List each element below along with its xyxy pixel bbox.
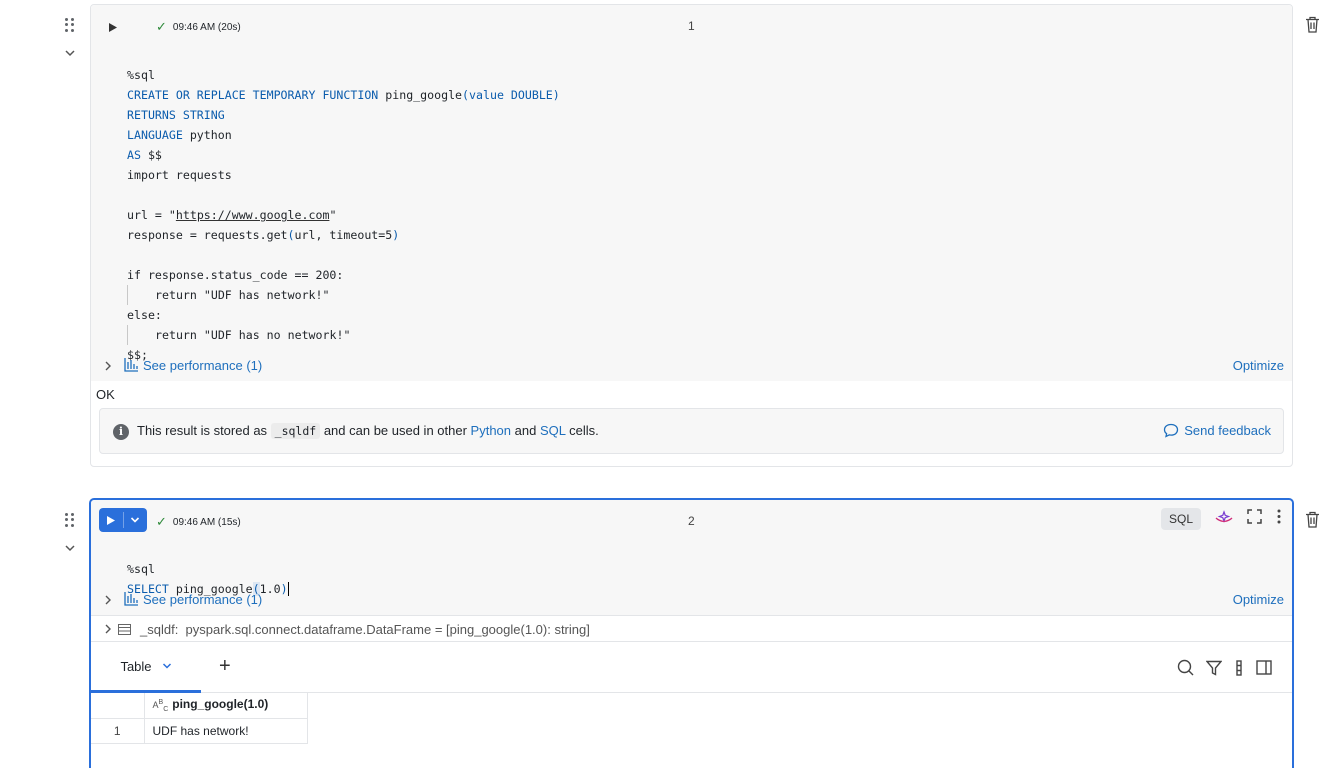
bar-chart-icon	[124, 592, 139, 609]
cell2-status-time: 09:46 AM (15s)	[172, 516, 241, 528]
row-number-header	[91, 693, 145, 719]
code-line: response = requests.get(url, timeout=5)	[127, 228, 400, 242]
expand-icon[interactable]	[1247, 509, 1262, 529]
cell1-drag-handle-icon[interactable]	[65, 18, 75, 32]
cell2-run-status: ✓ 09:46 AM (15s)	[156, 514, 241, 530]
filter-icon[interactable]	[1205, 660, 1223, 681]
code-line: %sql	[127, 562, 155, 576]
cell2-performance-row: See performance (1) Optimize	[91, 585, 1292, 615]
optimize-link[interactable]: Optimize	[1233, 592, 1284, 607]
sqldf-info-banner: i This result is stored as _sqldf and ca…	[99, 408, 1284, 454]
code-line: %sql	[127, 68, 155, 82]
cell2-toolbar: SQL	[1160, 508, 1282, 530]
row-number: 1	[91, 717, 145, 744]
code-line: CREATE OR REPLACE TEMPORARY FUNCTION pin…	[127, 88, 560, 102]
tab-table[interactable]: Table	[91, 642, 201, 693]
code-line: LANGUAGE python	[127, 128, 232, 142]
cell2-drag-handle-icon[interactable]	[65, 513, 75, 527]
cell1-number: 1	[688, 19, 695, 33]
code-line: url = "https://www.google.com"	[127, 208, 337, 222]
see-performance-link[interactable]: See performance (1)	[143, 358, 262, 373]
cell1-run-status: ✓ 09:46 AM (20s)	[156, 19, 241, 35]
tab-table-label: Table	[120, 658, 152, 674]
code-line: return "UDF has network!"	[127, 285, 1292, 305]
assistant-icon[interactable]	[1215, 509, 1233, 530]
code-line: return "UDF has no network!"	[127, 325, 1292, 345]
plus-icon[interactable]: +	[219, 656, 231, 676]
column-settings-icon[interactable]	[1234, 659, 1244, 681]
python-link[interactable]: Python	[471, 423, 511, 438]
cell1-status-time: 09:46 AM (20s)	[172, 21, 241, 33]
bar-chart-icon	[124, 358, 139, 375]
check-icon: ✓	[156, 514, 167, 529]
sqldf-var: _sqldf	[270, 423, 321, 439]
play-icon[interactable]	[99, 508, 123, 532]
cell1-editor[interactable]: ✓ 09:46 AM (20s) 1 %sql CREATE OR REPLACE…	[91, 5, 1292, 381]
cell2-editor[interactable]: ✓ 09:46 AM (15s) 2 SQL %sql SELECT ping_g…	[91, 500, 1292, 615]
check-icon: ✓	[156, 19, 167, 34]
code-line: import requests	[127, 168, 232, 182]
table-header-row: ABC ping_google(1.0)	[91, 693, 308, 719]
cell1-header: ✓ 09:46 AM (20s) 1	[91, 5, 1292, 45]
cell2-number: 2	[688, 514, 695, 528]
cell2-collapse-chevron-down-icon[interactable]	[64, 541, 76, 559]
dataframe-schema-row[interactable]: _sqldf: pyspark.sql.connect.dataframe.Da…	[91, 615, 1292, 641]
chat-bubble-icon	[1164, 423, 1179, 438]
cell1-performance-row: See performance (1) Optimize	[91, 351, 1292, 381]
code-line: if response.status_code == 200:	[127, 268, 344, 282]
optimize-link[interactable]: Optimize	[1233, 358, 1284, 373]
column-header[interactable]: ABC ping_google(1.0)	[143, 693, 308, 719]
notebook-cell-1[interactable]: ✓ 09:46 AM (20s) 1 %sql CREATE OR REPLACE…	[90, 4, 1293, 467]
code-line: AS $$	[127, 148, 162, 162]
cell1-collapse-chevron-down-icon[interactable]	[64, 46, 76, 64]
sql-link[interactable]: SQL	[540, 423, 566, 438]
chevron-right-icon[interactable]	[104, 593, 112, 608]
send-feedback-label: Send feedback	[1184, 423, 1271, 438]
sqldf-info-text: This result is stored as _sqldf and can …	[137, 423, 599, 439]
run-cell-button[interactable]	[99, 508, 147, 532]
run-options-chevron-down-icon[interactable]	[124, 508, 148, 532]
chevron-right-icon[interactable]	[104, 359, 112, 374]
column-header-label: ping_google(1.0)	[172, 697, 269, 712]
result-table: ABC ping_google(1.0) 1 UDF has network!	[91, 693, 308, 744]
see-performance-link[interactable]: See performance (1)	[143, 592, 262, 607]
code-line: RETURNS STRING	[127, 108, 225, 122]
info-icon: i	[113, 424, 129, 440]
sidebar-panel-icon[interactable]	[1256, 660, 1272, 680]
table-row: 1 UDF has network!	[91, 717, 308, 744]
table-cell[interactable]: UDF has network!	[143, 717, 308, 744]
dataframe-schema-text: _sqldf: pyspark.sql.connect.dataframe.Da…	[140, 622, 590, 637]
string-type-icon: ABC	[152, 699, 169, 714]
result-tabs-bar: Table +	[91, 641, 1292, 693]
table-tools	[1177, 659, 1272, 681]
cell1-trash-icon[interactable]	[1305, 16, 1320, 38]
notebook-cell-2[interactable]: ✓ 09:46 AM (15s) 2 SQL %sql SELECT ping_g…	[90, 499, 1293, 768]
cell1-play-icon[interactable]	[108, 20, 118, 38]
table-icon	[118, 623, 131, 638]
code-line: else:	[127, 308, 162, 322]
send-feedback-button[interactable]: Send feedback	[1163, 423, 1271, 438]
cell2-trash-icon[interactable]	[1305, 511, 1320, 533]
cell2-code[interactable]: %sql SELECT ping_google(1.0)	[91, 539, 1292, 596]
chevron-down-icon[interactable]	[162, 662, 172, 670]
chevron-right-icon[interactable]	[104, 622, 112, 637]
search-icon[interactable]	[1177, 659, 1194, 681]
cell1-code[interactable]: %sql CREATE OR REPLACE TEMPORARY FUNCTION…	[91, 45, 1292, 362]
cell2-header: ✓ 09:46 AM (15s) 2 SQL	[91, 500, 1292, 540]
language-selector[interactable]: SQL	[1160, 508, 1201, 530]
kebab-menu-icon[interactable]	[1276, 509, 1282, 529]
